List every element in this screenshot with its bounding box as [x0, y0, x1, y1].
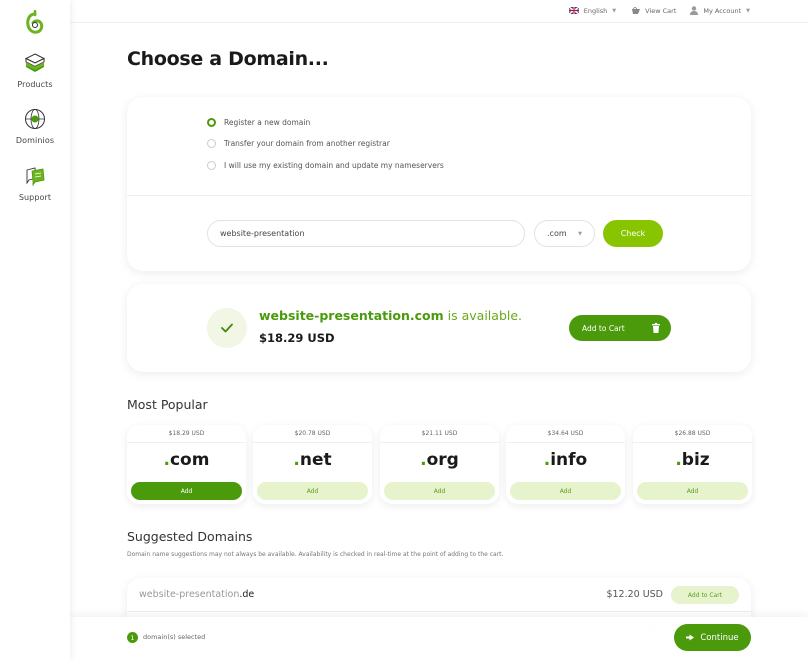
sidebar-item-dominios[interactable]: Dominios [0, 108, 70, 145]
add-tld-button[interactable]: Add [257, 482, 368, 500]
suggested-domain-name: website-presentation.de [139, 589, 254, 600]
tld-selected-value: .com [547, 229, 567, 238]
suggested-domains-heading: Suggested Domains [127, 529, 253, 544]
tld-name: .org [420, 450, 459, 470]
divider [127, 442, 246, 443]
radio-button[interactable] [207, 161, 216, 170]
availability-message: website-presentation.com is available. [259, 308, 522, 323]
divider [506, 442, 625, 443]
brand-logo-icon[interactable] [25, 10, 45, 34]
continue-button[interactable]: Continue [674, 624, 751, 651]
sidebar-item-label: Dominios [15, 136, 55, 145]
tld-card-info: $34.64 USD .info Add [506, 425, 625, 504]
add-tld-button[interactable]: Add [131, 482, 242, 500]
tld-price: $34.64 USD [547, 430, 584, 437]
tld-dropdown[interactable]: .com ▼ [534, 220, 595, 247]
globe-icon [25, 109, 45, 129]
sidebar-item-support[interactable]: Support [0, 165, 70, 202]
availability-status-text: is available. [443, 308, 523, 323]
add-tld-button[interactable]: Add [510, 482, 621, 500]
uk-flag-icon [568, 7, 579, 14]
trash-icon[interactable] [652, 323, 660, 333]
option-register-new[interactable]: Register a new domain [207, 118, 310, 127]
view-cart-label: View Cart [645, 6, 677, 15]
sidebar-item-products[interactable]: Products [0, 52, 70, 89]
add-tld-button[interactable]: Add [637, 482, 748, 500]
my-account-menu[interactable]: My Account ▼ [690, 6, 750, 15]
add-to-cart-label: Add to Cart [582, 323, 625, 333]
page-title: Choose a Domain... [127, 48, 329, 70]
my-account-label: My Account [703, 6, 742, 15]
most-popular-heading: Most Popular [127, 397, 208, 412]
add-to-cart-button[interactable]: Add to Cart [569, 315, 671, 341]
tld-price: $26.88 USD [674, 430, 711, 437]
domain-price: $18.29 USD [259, 331, 335, 345]
tld-text: com [169, 450, 210, 470]
tld-name: .biz [675, 450, 710, 470]
tld-price: $18.29 USD [168, 430, 205, 437]
domain-search-card: Register a new domain Transfer your doma… [127, 97, 751, 271]
option-label: I will use my existing domain and update… [224, 161, 444, 170]
suggestions-note: Domain name suggestions may not always b… [127, 551, 504, 558]
arrow-right-icon [686, 634, 695, 641]
radio-button[interactable] [207, 139, 216, 148]
language-label: English [583, 6, 608, 15]
tld-price: $20.78 USD [294, 430, 331, 437]
tld-card-com: $18.29 USD .com Add [127, 425, 246, 504]
tld-name: .net [293, 450, 332, 470]
chat-bubbles-icon [26, 167, 45, 187]
caret-down-icon: ▼ [612, 7, 617, 14]
add-tld-button[interactable]: Add [384, 482, 495, 500]
selection-footer-bar: 1 domain(s) selected Continue [70, 617, 808, 660]
tld-card-biz: $26.88 USD .biz Add [633, 425, 752, 504]
availability-result-card: website-presentation.com is available. $… [127, 284, 751, 372]
sidebar-item-label: Products [17, 80, 53, 89]
check-button[interactable]: Check [603, 220, 663, 247]
tld-name: .info [543, 450, 588, 470]
tld-text: biz [681, 450, 710, 470]
divider [633, 442, 752, 443]
checkmark-icon [221, 323, 233, 333]
caret-down-icon: ▼ [578, 231, 582, 237]
domain-search-input[interactable] [207, 220, 525, 247]
option-label: Transfer your domain from another regist… [224, 139, 390, 148]
divider [127, 195, 751, 196]
available-domain-name: website-presentation.com [259, 308, 444, 323]
available-status-badge [207, 308, 247, 348]
radio-button-selected[interactable] [207, 118, 216, 127]
language-selector[interactable]: English ▼ [568, 6, 617, 15]
tld-card-net: $20.78 USD .net Add [253, 425, 372, 504]
cart-basket-icon [630, 6, 641, 14]
tld-text: info [550, 450, 588, 470]
tld-name: .com [163, 450, 210, 470]
divider [380, 442, 499, 443]
user-icon [690, 6, 699, 15]
caret-down-icon: ▼ [746, 7, 750, 14]
continue-label: Continue [700, 632, 739, 643]
option-transfer[interactable]: Transfer your domain from another regist… [207, 139, 390, 148]
option-label: Register a new domain [224, 118, 311, 127]
tld-text: org [426, 450, 459, 470]
tld-text: net [299, 450, 332, 470]
option-existing-domain[interactable]: I will use my existing domain and update… [207, 161, 444, 170]
selected-count-badge: 1 [127, 632, 138, 643]
top-bar: English ▼ View Cart My Account ▼ [70, 0, 808, 23]
domain-tld: .de [239, 589, 255, 600]
suggested-domain-price: $12.20 USD [606, 589, 663, 600]
suggested-add-to-cart-button[interactable]: Add to Cart [671, 586, 739, 604]
sidebar-item-label: Support [18, 193, 52, 202]
sidebar: Products Dominios Support [0, 0, 70, 660]
tld-price: $21.11 USD [421, 430, 458, 437]
box-icon [24, 53, 46, 72]
divider [253, 442, 372, 443]
view-cart-link[interactable]: View Cart [630, 6, 676, 15]
suggested-domain-row: website-presentation.de $12.20 USD Add t… [127, 578, 751, 612]
domain-base: website-presentation [139, 589, 240, 600]
selected-count-label: domain(s) selected [143, 633, 206, 641]
tld-card-org: $21.11 USD .org Add [380, 425, 499, 504]
